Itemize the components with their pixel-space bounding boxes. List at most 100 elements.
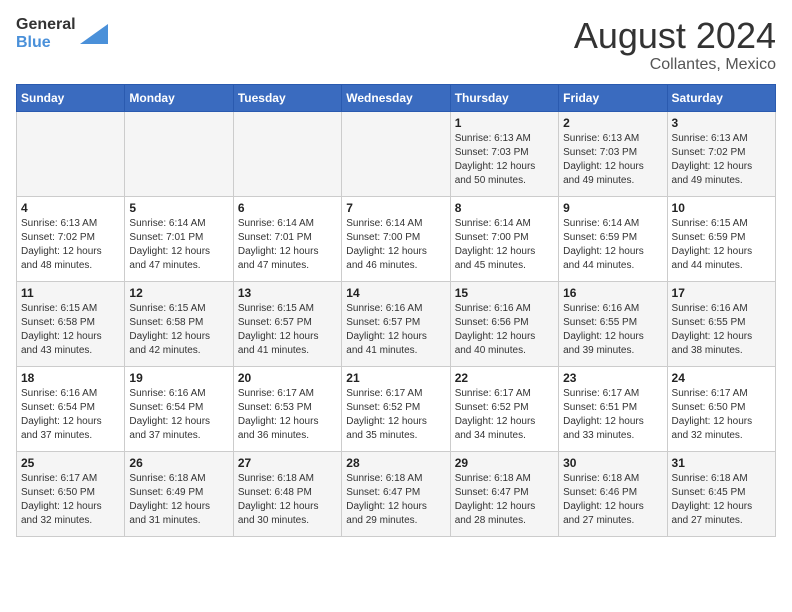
calendar-week-row: 18 Sunrise: 6:16 AMSunset: 6:54 PMDayligh…	[17, 366, 776, 451]
calendar-cell: 27 Sunrise: 6:18 AMSunset: 6:48 PMDayligh…	[233, 451, 341, 536]
calendar-day-header: Wednesday	[342, 84, 450, 111]
calendar-cell: 25 Sunrise: 6:17 AMSunset: 6:50 PMDayligh…	[17, 451, 125, 536]
calendar-week-row: 1 Sunrise: 6:13 AMSunset: 7:03 PMDaylight…	[17, 111, 776, 196]
day-info: Sunrise: 6:16 AMSunset: 6:56 PMDaylight:…	[455, 303, 536, 356]
day-info: Sunrise: 6:13 AMSunset: 7:03 PMDaylight:…	[563, 133, 644, 186]
calendar-cell	[233, 111, 341, 196]
calendar-cell	[342, 111, 450, 196]
calendar-cell: 3Sunrise: 6:13 AMSunset: 7:02 PMDaylight…	[667, 111, 775, 196]
day-number: 7	[346, 201, 445, 215]
day-number: 5	[129, 201, 228, 215]
day-info: Sunrise: 6:14 AMSunset: 7:01 PMDaylight:…	[238, 218, 319, 271]
day-info: Sunrise: 6:15 AMSunset: 6:58 PMDaylight:…	[129, 303, 210, 356]
calendar-day-header: Monday	[125, 84, 233, 111]
day-number: 20	[238, 371, 337, 385]
page-header: General Blue August 2024 Collantes, Mexi…	[16, 16, 776, 74]
day-number: 26	[129, 456, 228, 470]
day-number: 1	[455, 116, 554, 130]
calendar-day-header: Friday	[559, 84, 667, 111]
calendar-cell: 6 Sunrise: 6:14 AMSunset: 7:01 PMDaylight…	[233, 196, 341, 281]
calendar-day-header: Thursday	[450, 84, 558, 111]
day-info: Sunrise: 6:16 AMSunset: 6:54 PMDaylight:…	[21, 388, 102, 441]
day-info: Sunrise: 6:16 AMSunset: 6:55 PMDaylight:…	[563, 303, 644, 356]
main-title: August 2024	[574, 16, 776, 56]
calendar-cell: 16Sunrise: 6:16 AMSunset: 6:55 PMDayligh…	[559, 281, 667, 366]
calendar-week-row: 25 Sunrise: 6:17 AMSunset: 6:50 PMDayligh…	[17, 451, 776, 536]
day-number: 23	[563, 371, 662, 385]
day-info: Sunrise: 6:14 AMSunset: 7:00 PMDaylight:…	[455, 218, 536, 271]
calendar-cell: 5Sunrise: 6:14 AMSunset: 7:01 PMDaylight…	[125, 196, 233, 281]
day-number: 9	[563, 201, 662, 215]
calendar-cell: 23 Sunrise: 6:17 AMSunset: 6:51 PMDayligh…	[559, 366, 667, 451]
calendar-day-header: Tuesday	[233, 84, 341, 111]
calendar-header-row: SundayMondayTuesdayWednesdayThursdayFrid…	[17, 84, 776, 111]
day-number: 15	[455, 286, 554, 300]
title-block: August 2024 Collantes, Mexico	[574, 16, 776, 74]
calendar-cell: 12 Sunrise: 6:15 AMSunset: 6:58 PMDayligh…	[125, 281, 233, 366]
calendar-cell: 24Sunrise: 6:17 AMSunset: 6:50 PMDayligh…	[667, 366, 775, 451]
day-info: Sunrise: 6:15 AMSunset: 6:59 PMDaylight:…	[672, 218, 753, 271]
day-number: 29	[455, 456, 554, 470]
day-number: 8	[455, 201, 554, 215]
day-info: Sunrise: 6:17 AMSunset: 6:51 PMDaylight:…	[563, 388, 644, 441]
calendar-cell: 4Sunrise: 6:13 AMSunset: 7:02 PMDaylight…	[17, 196, 125, 281]
day-number: 31	[672, 456, 771, 470]
day-info: Sunrise: 6:16 AMSunset: 6:54 PMDaylight:…	[129, 388, 210, 441]
subtitle: Collantes, Mexico	[574, 56, 776, 74]
calendar-cell: 15 Sunrise: 6:16 AMSunset: 6:56 PMDayligh…	[450, 281, 558, 366]
day-number: 12	[129, 286, 228, 300]
day-number: 13	[238, 286, 337, 300]
day-number: 11	[21, 286, 120, 300]
calendar-cell: 17 Sunrise: 6:16 AMSunset: 6:55 PMDayligh…	[667, 281, 775, 366]
day-number: 25	[21, 456, 120, 470]
day-info: Sunrise: 6:14 AMSunset: 7:00 PMDaylight:…	[346, 218, 427, 271]
calendar-cell: 8 Sunrise: 6:14 AMSunset: 7:00 PMDaylight…	[450, 196, 558, 281]
day-info: Sunrise: 6:18 AMSunset: 6:48 PMDaylight:…	[238, 473, 319, 526]
calendar-cell	[17, 111, 125, 196]
calendar-cell	[125, 111, 233, 196]
calendar-cell: 14 Sunrise: 6:16 AMSunset: 6:57 PMDayligh…	[342, 281, 450, 366]
day-info: Sunrise: 6:15 AMSunset: 6:58 PMDaylight:…	[21, 303, 102, 356]
day-info: Sunrise: 6:18 AMSunset: 6:47 PMDaylight:…	[346, 473, 427, 526]
day-number: 18	[21, 371, 120, 385]
day-number: 30	[563, 456, 662, 470]
calendar-day-header: Sunday	[17, 84, 125, 111]
day-info: Sunrise: 6:13 AMSunset: 7:02 PMDaylight:…	[21, 218, 102, 271]
day-number: 21	[346, 371, 445, 385]
day-info: Sunrise: 6:17 AMSunset: 6:50 PMDaylight:…	[21, 473, 102, 526]
calendar-cell: 30 Sunrise: 6:18 AMSunset: 6:46 PMDayligh…	[559, 451, 667, 536]
day-number: 19	[129, 371, 228, 385]
calendar-cell: 9 Sunrise: 6:14 AMSunset: 6:59 PMDaylight…	[559, 196, 667, 281]
day-number: 10	[672, 201, 771, 215]
day-info: Sunrise: 6:16 AMSunset: 6:57 PMDaylight:…	[346, 303, 427, 356]
calendar-cell: 26 Sunrise: 6:18 AMSunset: 6:49 PMDayligh…	[125, 451, 233, 536]
day-number: 24	[672, 371, 771, 385]
calendar-cell: 21 Sunrise: 6:17 AMSunset: 6:52 PMDayligh…	[342, 366, 450, 451]
logo-blue: Blue	[16, 34, 76, 52]
day-info: Sunrise: 6:13 AMSunset: 7:03 PMDaylight:…	[455, 133, 536, 186]
calendar-cell: 10 Sunrise: 6:15 AMSunset: 6:59 PMDayligh…	[667, 196, 775, 281]
logo-general: General	[16, 16, 76, 34]
day-info: Sunrise: 6:14 AMSunset: 6:59 PMDaylight:…	[563, 218, 644, 271]
day-info: Sunrise: 6:17 AMSunset: 6:52 PMDaylight:…	[455, 388, 536, 441]
day-number: 17	[672, 286, 771, 300]
logo-arrow-icon	[80, 24, 108, 44]
calendar-cell: 28Sunrise: 6:18 AMSunset: 6:47 PMDayligh…	[342, 451, 450, 536]
day-number: 27	[238, 456, 337, 470]
day-info: Sunrise: 6:17 AMSunset: 6:52 PMDaylight:…	[346, 388, 427, 441]
calendar-cell: 2Sunrise: 6:13 AMSunset: 7:03 PMDaylight…	[559, 111, 667, 196]
calendar-cell: 29Sunrise: 6:18 AMSunset: 6:47 PMDayligh…	[450, 451, 558, 536]
day-number: 3	[672, 116, 771, 130]
day-info: Sunrise: 6:17 AMSunset: 6:53 PMDaylight:…	[238, 388, 319, 441]
day-number: 6	[238, 201, 337, 215]
calendar-week-row: 4Sunrise: 6:13 AMSunset: 7:02 PMDaylight…	[17, 196, 776, 281]
day-number: 22	[455, 371, 554, 385]
calendar-day-header: Saturday	[667, 84, 775, 111]
calendar-cell: 31Sunrise: 6:18 AMSunset: 6:45 PMDayligh…	[667, 451, 775, 536]
calendar-cell: 20 Sunrise: 6:17 AMSunset: 6:53 PMDayligh…	[233, 366, 341, 451]
day-info: Sunrise: 6:16 AMSunset: 6:55 PMDaylight:…	[672, 303, 753, 356]
day-number: 14	[346, 286, 445, 300]
day-info: Sunrise: 6:18 AMSunset: 6:49 PMDaylight:…	[129, 473, 210, 526]
calendar-table: SundayMondayTuesdayWednesdayThursdayFrid…	[16, 84, 776, 537]
day-info: Sunrise: 6:18 AMSunset: 6:46 PMDaylight:…	[563, 473, 644, 526]
